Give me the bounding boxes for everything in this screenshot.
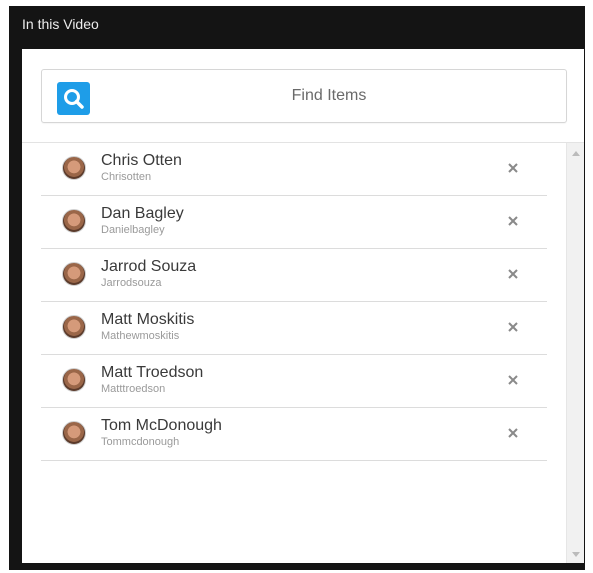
close-icon [508, 375, 518, 385]
person-name: Chris Otten [101, 152, 182, 169]
person-handle: Matttroedson [101, 383, 166, 395]
search-icon [64, 89, 84, 109]
person-handle: Jarrodsouza [101, 277, 162, 289]
close-icon [508, 163, 518, 173]
list-item[interactable]: Chris Otten Chrisotten [41, 143, 547, 196]
list-item[interactable]: Matt Moskitis Mathewmoskitis [41, 302, 547, 355]
scroll-down-arrow-icon[interactable] [572, 552, 580, 557]
list-item[interactable]: Jarrod Souza Jarrodsouza [41, 249, 547, 302]
avatar [62, 156, 86, 180]
person-name: Jarrod Souza [101, 258, 197, 275]
remove-button[interactable] [503, 264, 523, 284]
person-handle: Mathewmoskitis [101, 330, 180, 342]
people-panel: Find Items Chris Otten Chrisotten Dan Ba… [22, 49, 584, 563]
person-name: Matt Troedson [101, 364, 204, 381]
avatar [62, 315, 86, 339]
person-handle: Danielbagley [101, 224, 165, 236]
close-icon [508, 428, 518, 438]
person-handle: Chrisotten [101, 171, 152, 183]
scroll-up-arrow-icon[interactable] [572, 151, 580, 156]
avatar [62, 209, 86, 233]
window-title: In this Video [22, 16, 99, 32]
search-box[interactable]: Find Items [41, 69, 567, 123]
close-icon [508, 216, 518, 226]
close-icon [508, 269, 518, 279]
list-item[interactable]: Dan Bagley Danielbagley [41, 196, 547, 249]
person-handle: Tommcdonough [101, 436, 180, 448]
remove-button[interactable] [503, 211, 523, 231]
people-list: Chris Otten Chrisotten Dan Bagley Daniel… [41, 143, 547, 461]
list-item[interactable]: Tom McDonough Tommcdonough [41, 408, 547, 461]
person-name: Dan Bagley [101, 205, 184, 222]
person-name: Matt Moskitis [101, 311, 195, 328]
close-icon [508, 322, 518, 332]
avatar [62, 262, 86, 286]
search-input[interactable]: Find Items [102, 87, 556, 105]
person-name: Tom McDonough [101, 417, 222, 434]
remove-button[interactable] [503, 158, 523, 178]
scrollbar[interactable] [566, 143, 584, 563]
search-button[interactable] [57, 82, 90, 115]
remove-button[interactable] [503, 317, 523, 337]
list-item[interactable]: Matt Troedson Matttroedson [41, 355, 547, 408]
avatar [62, 368, 86, 392]
remove-button[interactable] [503, 423, 523, 443]
video-panel-window: In this Video Find Items Chris Otten Chr… [9, 6, 585, 570]
remove-button[interactable] [503, 370, 523, 390]
avatar [62, 421, 86, 445]
